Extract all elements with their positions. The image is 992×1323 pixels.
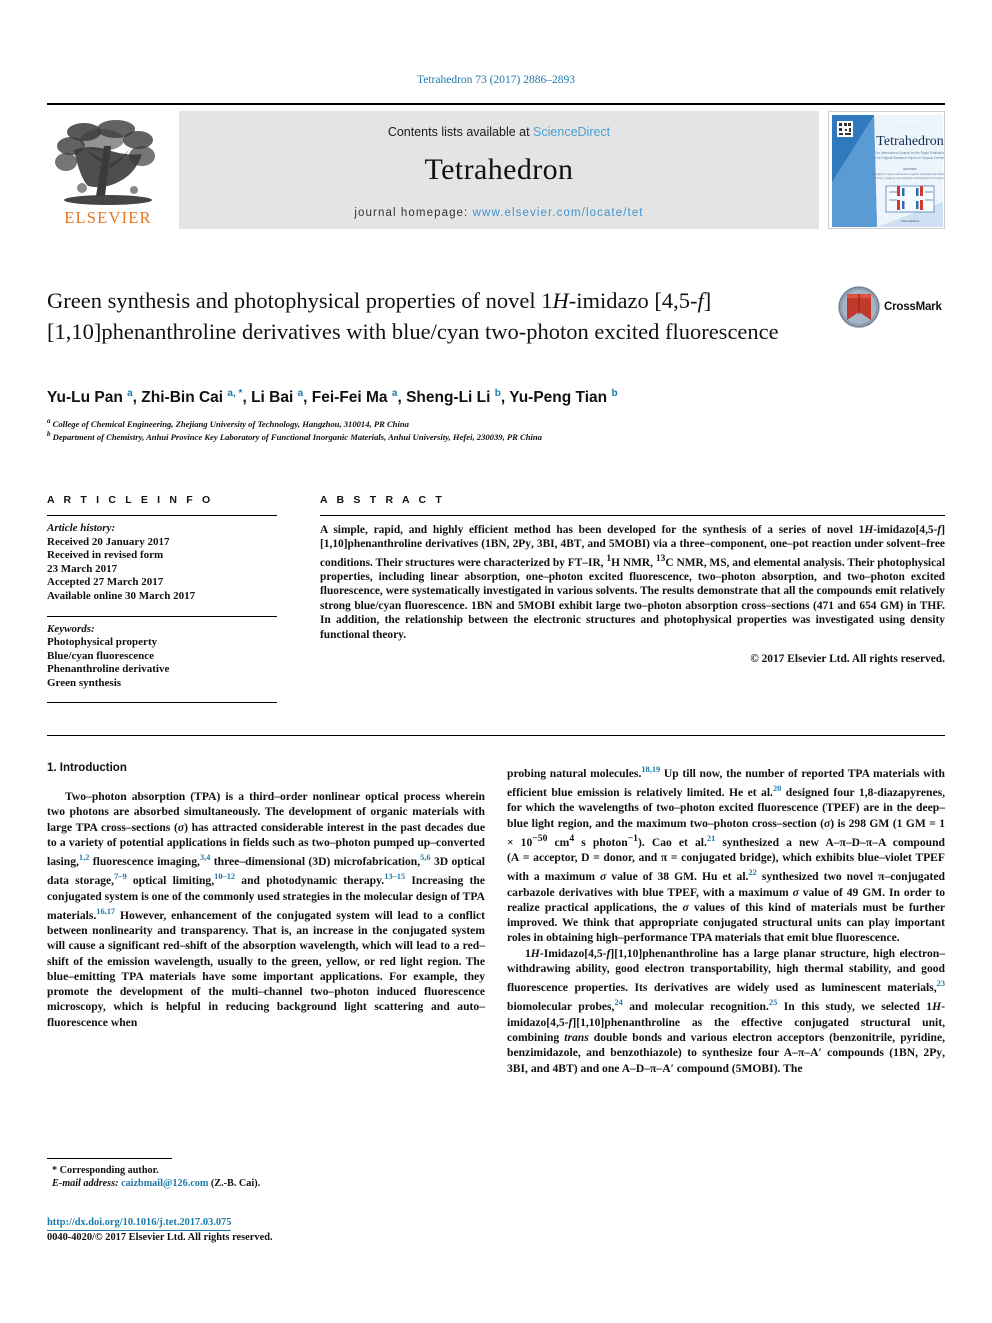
crossmark-label: CrossMark bbox=[884, 301, 942, 313]
section-heading-introduction: 1. Introduction bbox=[47, 762, 127, 774]
footnote-rule bbox=[47, 1158, 172, 1159]
body-top-rule bbox=[47, 735, 945, 736]
author-marks: a bbox=[127, 388, 133, 399]
paragraph: 1H-Imidazo[4,5-f][1,10]phenanthroline ha… bbox=[507, 946, 945, 1075]
homepage-prefix: journal homepage: bbox=[354, 207, 473, 219]
author-name: Zhi-Bin Cai bbox=[141, 389, 224, 407]
title-segment: Green synthesis and photophysical proper… bbox=[47, 288, 553, 313]
article-history-label: Article history: bbox=[47, 522, 116, 534]
author-name: Li Bai bbox=[251, 389, 294, 407]
affiliation-a: a College of Chemical Engineering, Zheji… bbox=[47, 417, 907, 429]
svg-text:reactions, reagents, and selec: reactions, reagents, and selective trans… bbox=[872, 176, 945, 180]
email-label: E-mail address: bbox=[52, 1178, 119, 1190]
sciencedirect-banner: Contents lists available at ScienceDirec… bbox=[179, 111, 819, 229]
article-history-block: Article history: Received 20 January 201… bbox=[47, 515, 277, 604]
keyword-item: Phenanthroline derivative bbox=[47, 663, 170, 676]
article-info-heading: A R T I C L E I N F O bbox=[47, 494, 214, 506]
author-list: Yu-Lu Pan a, Zhi-Bin Cai a, *, Li Bai a,… bbox=[47, 388, 618, 407]
body-right-column: probing natural molecules.18,19 Up till … bbox=[507, 762, 945, 1076]
document-footer: http://dx.doi.org/10.1016/j.tet.2017.03.… bbox=[47, 1216, 547, 1245]
author-item: Zhi-Bin Cai a, * bbox=[141, 388, 243, 407]
paragraph: probing natural molecules.18,19 Up till … bbox=[507, 765, 946, 945]
svg-text:The International Journal for: The International Journal for the Rapid … bbox=[875, 151, 945, 155]
paragraph: Two–photon absorption (TPA) is a third–o… bbox=[47, 790, 486, 1029]
svg-text:ISSN 0040-4020: ISSN 0040-4020 bbox=[897, 125, 922, 129]
journal-article-page: Tetrahedron 73 (2017) 2886–2893 ELSEVIER… bbox=[0, 0, 992, 1323]
journal-homepage-line: journal homepage: www.elsevier.com/locat… bbox=[354, 207, 643, 219]
abstract-copyright: © 2017 Elsevier Ltd. All rights reserved… bbox=[750, 653, 945, 666]
title-segment: [4,5- bbox=[654, 288, 698, 313]
journal-cover-thumbnail: ISSN 0040-4020 Tetrahedron The Internati… bbox=[828, 111, 945, 229]
body-left-column: 1. Introduction Two–photon absorption (T… bbox=[47, 762, 485, 1030]
issn-copyright-line: 0040-4020/© 2017 Elsevier Ltd. All right… bbox=[47, 1231, 273, 1243]
keywords-block: Keywords: Photophysical property Blue/cy… bbox=[47, 615, 277, 691]
email-link[interactable]: caizbmail@126.com bbox=[121, 1178, 208, 1189]
author-marks: a, * bbox=[227, 388, 243, 399]
page-title: Green synthesis and photophysical proper… bbox=[47, 285, 827, 347]
elsevier-logo: ELSEVIER bbox=[47, 111, 169, 229]
abstract-body: A simple, rapid, and highly efficient me… bbox=[320, 515, 945, 666]
email-suffix: (Z.-B. Cai). bbox=[210, 1178, 261, 1190]
svg-text:EDITORS: EDITORS bbox=[903, 167, 916, 171]
abstract-text: A simple, rapid, and highly efficient me… bbox=[320, 524, 945, 641]
keyword-item: Photophysical property bbox=[47, 636, 158, 649]
author-name: Fei-Fei Ma bbox=[311, 389, 388, 407]
contents-prefix: Contents lists available at bbox=[387, 125, 534, 139]
svg-text:Tetrahedron: Tetrahedron bbox=[876, 134, 943, 149]
crossmark-badge[interactable]: CrossMark bbox=[838, 284, 943, 330]
author-name: Yu-Lu Pan bbox=[47, 389, 123, 407]
title-segment: -imidazo bbox=[568, 288, 649, 313]
abstract-heading: A B S T R A C T bbox=[320, 494, 445, 506]
author-item: Sheng-Li Li b bbox=[406, 388, 501, 407]
author-item: Li Bai a bbox=[251, 388, 304, 407]
doi-link[interactable]: http://dx.doi.org/10.1016/j.tet.2017.03.… bbox=[47, 1216, 232, 1231]
corresponding-author-footnote: * Corresponding author. E-mail address: … bbox=[47, 1158, 485, 1190]
corresponding-author-note: * Corresponding author. bbox=[52, 1165, 159, 1176]
contents-line: Contents lists available at ScienceDirec… bbox=[388, 125, 610, 139]
history-item: Received in revised form bbox=[47, 549, 164, 562]
keywords-label: Keywords: bbox=[47, 622, 95, 635]
author-item: Fei-Fei Ma a bbox=[311, 388, 398, 407]
author-name: Sheng-Li Li bbox=[406, 389, 491, 407]
article-info-bottom-rule bbox=[47, 701, 277, 703]
svg-text:ScienceDirect: ScienceDirect bbox=[901, 219, 920, 223]
intro-right-text: probing natural molecules.18,19 Up till … bbox=[507, 762, 945, 1076]
crossmark-icon bbox=[838, 286, 880, 328]
affiliation-mark: a bbox=[47, 417, 51, 425]
elsevier-tree-icon bbox=[54, 116, 162, 208]
affiliation-text: Department of Chemistry, Anhui Province … bbox=[52, 431, 542, 442]
author-marks: a bbox=[297, 388, 304, 399]
history-item: Available online 30 March 2017 bbox=[47, 589, 196, 602]
title-segment: excited fluorescence bbox=[594, 319, 779, 344]
running-head: Tetrahedron 73 (2017) 2886–2893 bbox=[417, 74, 575, 86]
sciencedirect-link[interactable]: ScienceDirect bbox=[533, 125, 610, 139]
author-item: Yu-Lu Pan a bbox=[47, 388, 133, 407]
keyword-item: Blue/cyan fluorescence bbox=[47, 649, 155, 662]
journal-masthead: ELSEVIER Contents lists available at Sci… bbox=[47, 103, 945, 229]
author-marks: b bbox=[611, 388, 618, 399]
author-item: Yu-Peng Tian b bbox=[509, 388, 618, 407]
svg-text:Highlights of recent advances: Highlights of recent advances in organic… bbox=[871, 172, 945, 176]
svg-text:of Full Original Research Pape: of Full Original Research Papers in Orga… bbox=[872, 156, 945, 160]
journal-title: Tetrahedron bbox=[424, 153, 574, 186]
affiliation-text: College of Chemical Engineering, Zhejian… bbox=[52, 418, 409, 429]
keyword-item: Green synthesis bbox=[47, 676, 122, 689]
history-item: Accepted 27 March 2017 bbox=[47, 576, 164, 589]
author-marks: b bbox=[494, 388, 501, 399]
author-name: Yu-Peng Tian bbox=[509, 389, 608, 407]
affiliation-b: b Department of Chemistry, Anhui Provinc… bbox=[47, 430, 907, 442]
history-item: 23 March 2017 bbox=[47, 562, 118, 575]
author-marks: a bbox=[391, 388, 398, 399]
intro-left-text: Two–photon absorption (TPA) is a third–o… bbox=[47, 789, 485, 1030]
article-info-column: A R T I C L E I N F O Article history: R… bbox=[47, 494, 277, 703]
title-italic-h: H bbox=[552, 288, 569, 313]
abstract-column: A B S T R A C T A simple, rapid, and hig… bbox=[320, 494, 945, 666]
affiliation-mark: b bbox=[47, 430, 51, 438]
elsevier-wordmark: ELSEVIER bbox=[64, 208, 152, 227]
email-note: E-mail address: caizbmail@126.com (Z.-B.… bbox=[47, 1177, 485, 1190]
history-item: Received 20 January 2017 bbox=[47, 535, 170, 548]
homepage-url-link[interactable]: www.elsevier.com/locate/tet bbox=[473, 207, 644, 219]
